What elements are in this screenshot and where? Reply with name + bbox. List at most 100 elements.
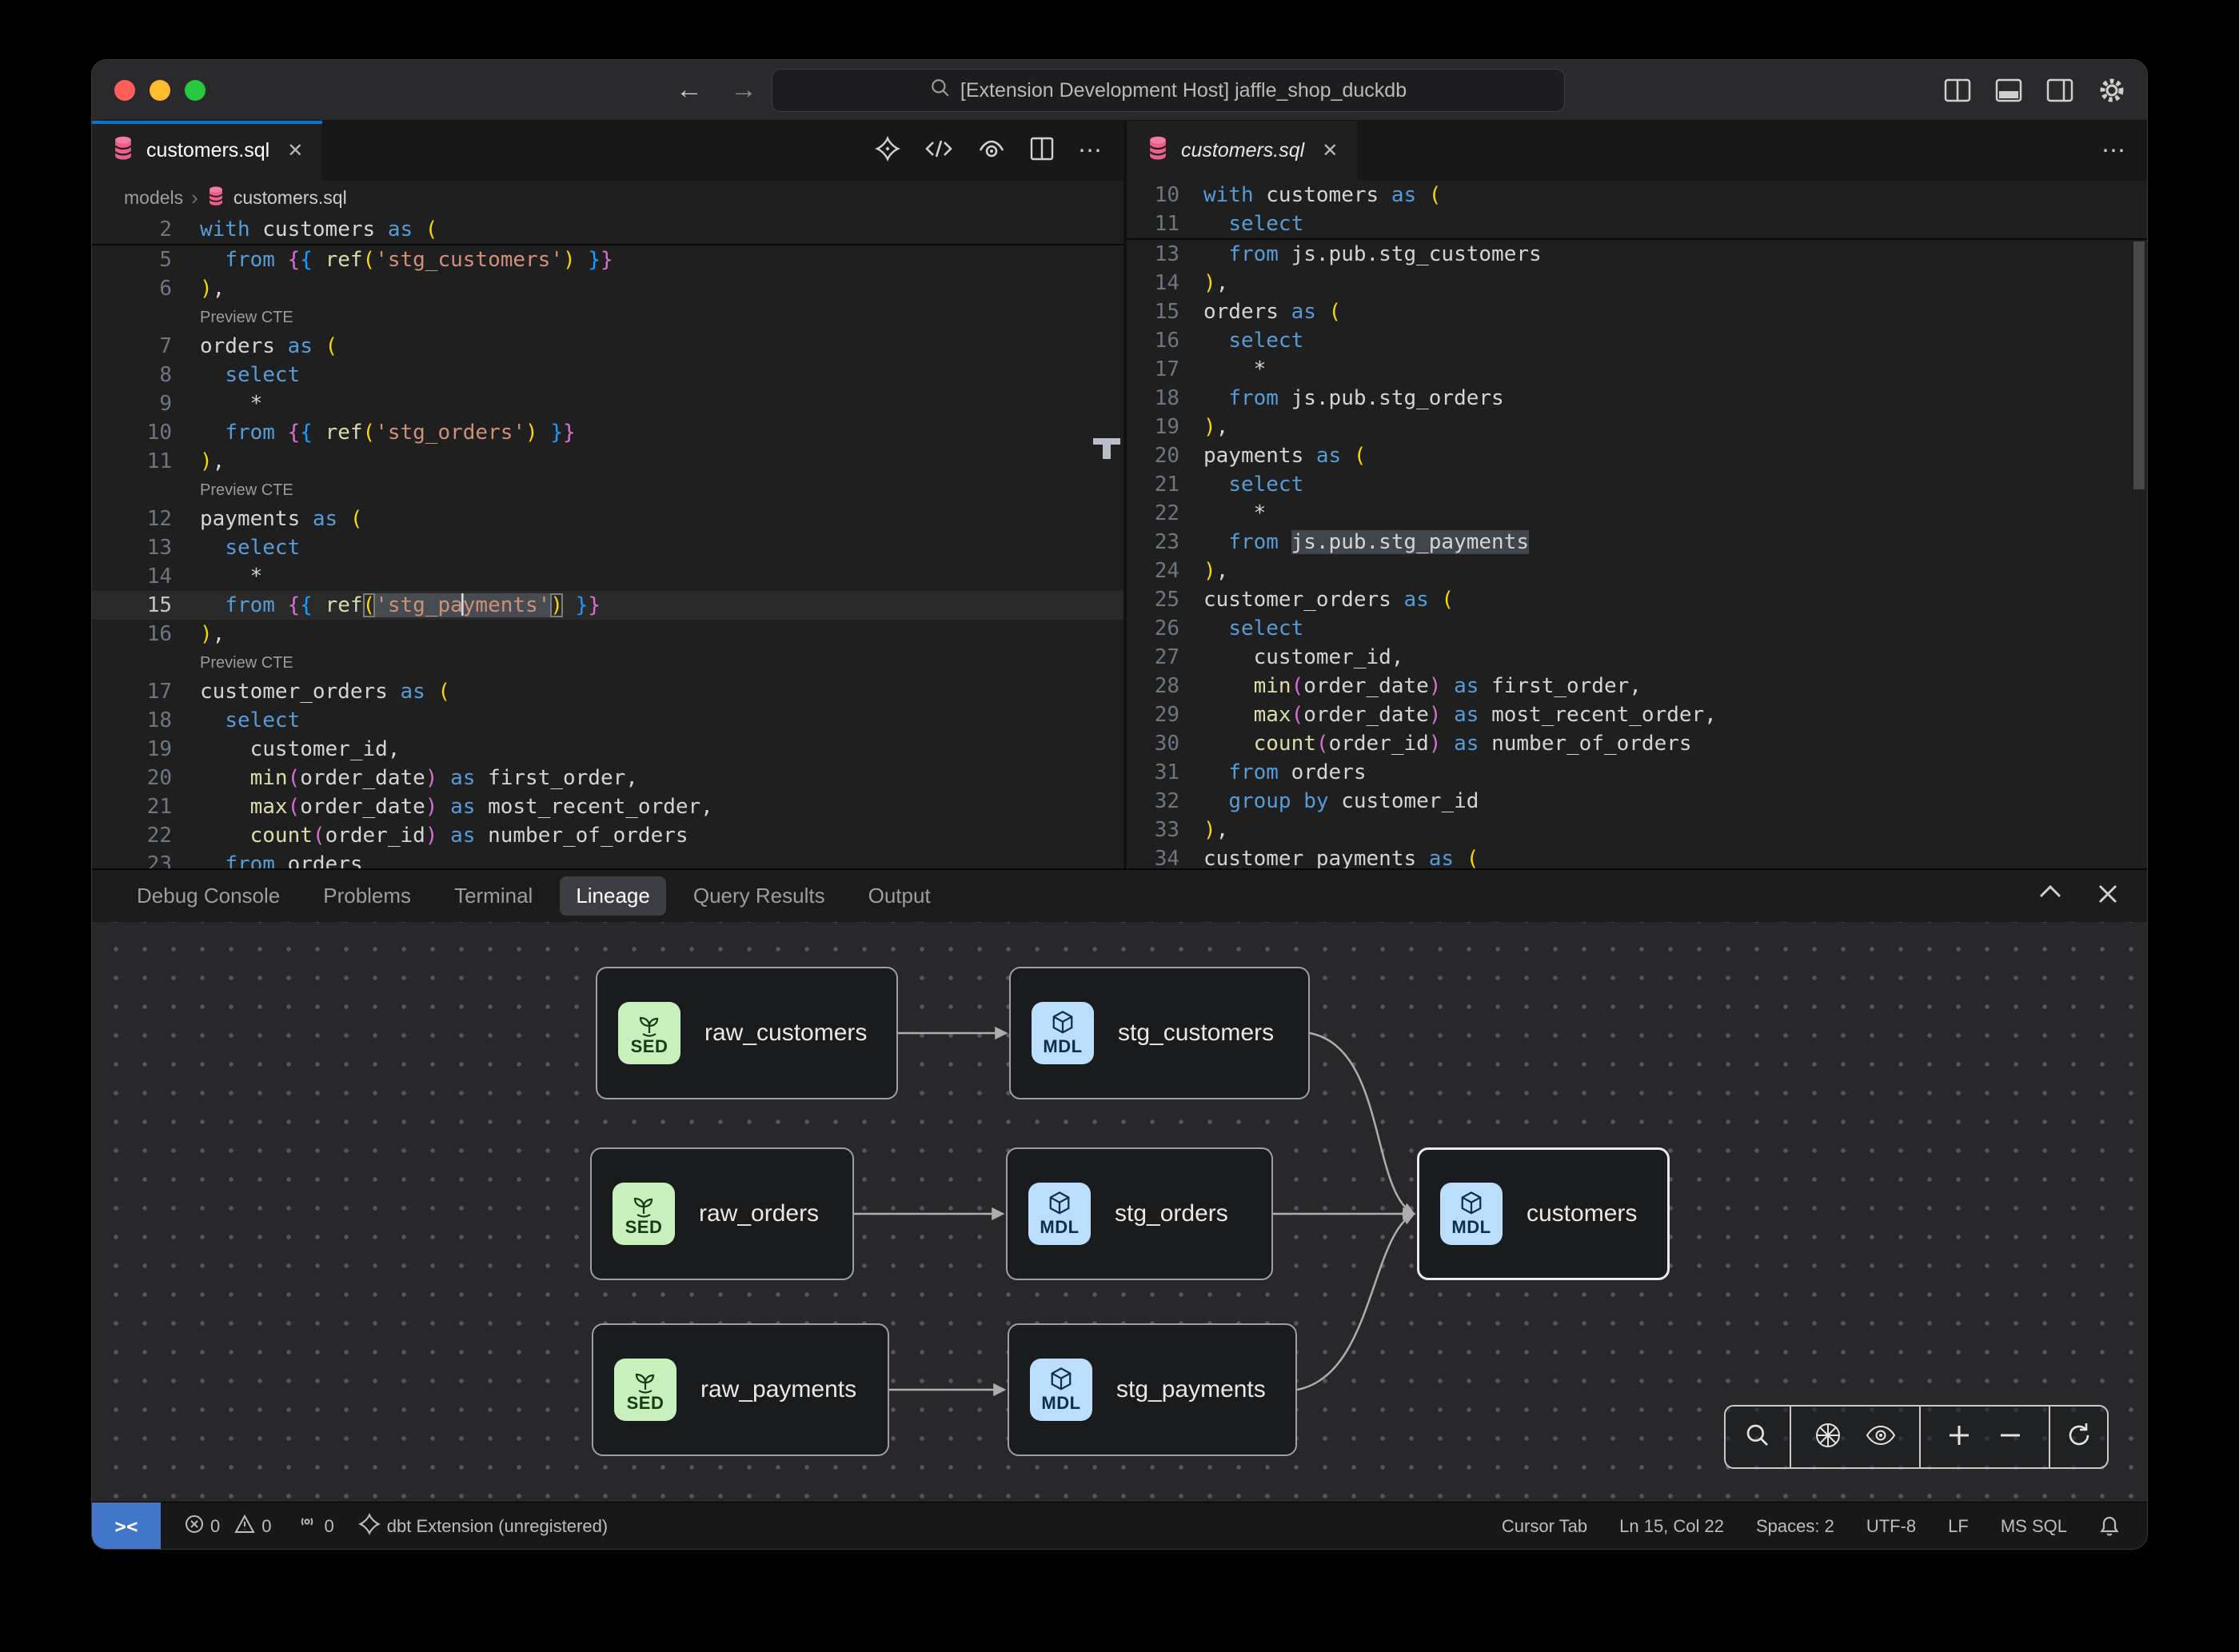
breadcrumb-file[interactable]: customers.sql	[233, 187, 347, 209]
compile-code-icon[interactable]	[924, 138, 953, 164]
code-line[interactable]: 17 *	[1127, 355, 2147, 384]
tab-customers-sql-left[interactable]: customers.sql ✕	[92, 121, 322, 181]
code-line[interactable]: 13 select	[92, 533, 1123, 562]
code-line[interactable]: 14),	[1127, 269, 2147, 297]
breadcrumb-folder[interactable]: models	[124, 187, 183, 209]
code-line[interactable]: 2with customers as (	[92, 215, 1123, 244]
code-line[interactable]: 16),	[92, 620, 1123, 648]
command-center-search[interactable]: [Extension Development Host] jaffle_shop…	[772, 69, 1565, 112]
encoding-status[interactable]: UTF-8	[1866, 1516, 1916, 1537]
codelens-preview-cte[interactable]: Preview CTE	[92, 476, 1123, 505]
lineage-node-raw_customers[interactable]: SEDraw_customers	[596, 967, 898, 1099]
zoom-out-icon[interactable]	[1998, 1423, 2022, 1451]
dbt-extension-status[interactable]: dbt Extension (unregistered)	[358, 1513, 608, 1540]
code-line[interactable]: 25customer_orders as (	[1127, 585, 2147, 614]
eol-status[interactable]: LF	[1948, 1516, 1969, 1537]
code-line[interactable]: 20payments as (	[1127, 441, 2147, 470]
more-actions-icon[interactable]: ⋯	[2101, 137, 2128, 165]
lineage-node-customers[interactable]: MDLcustomers	[1417, 1147, 1670, 1280]
split-editor-icon[interactable]	[1944, 78, 1971, 102]
code-line[interactable]: 11 select	[1127, 209, 2147, 238]
code-line[interactable]: 9 *	[92, 389, 1123, 418]
code-line[interactable]: 21 select	[1127, 470, 2147, 499]
code-line[interactable]: 26 select	[1127, 614, 2147, 643]
code-line[interactable]: 32 group by customer_id	[1127, 787, 2147, 816]
code-line[interactable]: 24),	[1127, 557, 2147, 585]
code-line[interactable]: 22 count(order_id) as number_of_orders	[92, 821, 1123, 850]
maximize-panel-icon[interactable]	[2038, 884, 2062, 908]
code-line[interactable]: 23 from js.pub.stg_payments	[1127, 528, 2147, 557]
code-line[interactable]: 23 from orders	[92, 850, 1123, 868]
settings-gear-icon[interactable]	[2097, 76, 2126, 105]
overview-ruler-cursor-marker[interactable]	[1093, 438, 1120, 459]
code-line[interactable]: 17customer_orders as (	[92, 677, 1123, 706]
codelens-preview-cte[interactable]: Preview CTE	[92, 303, 1123, 332]
code-line[interactable]: 18 from js.pub.stg_orders	[1127, 384, 2147, 413]
close-panel-icon[interactable]	[2097, 884, 2118, 908]
more-actions-icon[interactable]: ⋯	[1078, 137, 1104, 165]
code-line[interactable]: 28 min(order_date) as first_order,	[1127, 672, 2147, 700]
tab-customers-sql-right[interactable]: customers.sql ✕	[1127, 121, 1357, 181]
graph-refresh-button[interactable]	[2050, 1407, 2107, 1467]
lineage-node-stg_customers[interactable]: MDLstg_customers	[1009, 967, 1310, 1099]
problems-status[interactable]: 0 0	[185, 1514, 272, 1538]
code-line[interactable]: 7orders as (	[92, 332, 1123, 361]
code-line[interactable]: 30 count(order_id) as number_of_orders	[1127, 729, 2147, 758]
panel-tab-query-results[interactable]: Query Results	[677, 876, 841, 916]
lineage-node-raw_orders[interactable]: SEDraw_orders	[590, 1147, 854, 1280]
lineage-graph[interactable]: SEDraw_customers MDLstg_customers SEDraw_o…	[92, 922, 2147, 1502]
codelens-preview-cte[interactable]: Preview CTE	[92, 648, 1123, 677]
minimize-window-button[interactable]	[150, 80, 170, 101]
code-line[interactable]: 29 max(order_date) as most_recent_order,	[1127, 700, 2147, 729]
code-line[interactable]: 16 select	[1127, 326, 2147, 355]
back-arrow[interactable]: ←	[676, 74, 703, 106]
aperture-icon[interactable]	[1814, 1422, 1842, 1453]
cursor-tab-status[interactable]: Cursor Tab	[1502, 1516, 1587, 1537]
cursor-position-status[interactable]: Ln 15, Col 22	[1619, 1516, 1724, 1537]
zoom-in-icon[interactable]	[1947, 1423, 1971, 1451]
dbt-logo-icon[interactable]	[875, 136, 900, 166]
code-line[interactable]: 11),	[92, 447, 1123, 476]
forward-arrow[interactable]: →	[730, 74, 757, 106]
graph-search-button[interactable]	[1726, 1407, 1791, 1467]
notifications-bell-icon[interactable]	[2099, 1515, 2120, 1538]
code-line[interactable]: 12payments as (	[92, 505, 1123, 533]
language-mode-status[interactable]: MS SQL	[2001, 1516, 2067, 1537]
lineage-node-stg_orders[interactable]: MDLstg_orders	[1006, 1147, 1273, 1280]
code-line[interactable]: 21 max(order_date) as most_recent_order,	[92, 792, 1123, 821]
code-line[interactable]: 31 from orders	[1127, 758, 2147, 787]
vertical-scrollbar[interactable]	[2133, 241, 2145, 489]
code-line[interactable]: 8 select	[92, 361, 1123, 389]
lineage-node-raw_payments[interactable]: SEDraw_payments	[592, 1323, 889, 1456]
close-window-button[interactable]	[114, 80, 135, 101]
split-editor-icon[interactable]	[1030, 137, 1054, 165]
preview-eye-icon[interactable]	[977, 138, 1006, 164]
code-line[interactable]: 19),	[1127, 413, 2147, 441]
panel-tab-lineage[interactable]: Lineage	[560, 876, 666, 916]
code-line[interactable]: 19 customer_id,	[92, 735, 1123, 764]
code-line[interactable]: 6),	[92, 274, 1123, 303]
code-line[interactable]: 20 min(order_date) as first_order,	[92, 764, 1123, 792]
code-line[interactable]: 10with customers as (	[1127, 181, 2147, 209]
code-line[interactable]: 10 from {{ ref('stg_orders') }}	[92, 418, 1123, 447]
code-line[interactable]: 22 *	[1127, 499, 2147, 528]
toggle-panel-icon[interactable]	[1995, 78, 2022, 102]
panel-tab-terminal[interactable]: Terminal	[438, 876, 549, 916]
panel-tab-debug-console[interactable]: Debug Console	[121, 876, 296, 916]
ports-status[interactable]: 0	[296, 1514, 334, 1539]
code-line[interactable]: 15 from {{ ref('stg_payments') }}	[92, 591, 1123, 620]
eye-icon[interactable]	[1866, 1424, 1896, 1450]
code-line[interactable]: 5 from {{ ref('stg_customers') }}	[92, 245, 1123, 274]
code-line[interactable]: 15orders as (	[1127, 297, 2147, 326]
toggle-secondary-sidebar-icon[interactable]	[2046, 78, 2073, 102]
close-icon[interactable]: ✕	[1322, 139, 1338, 162]
code-line[interactable]: 13 from js.pub.stg_customers	[1127, 240, 2147, 269]
remote-indicator[interactable]: ><	[92, 1502, 161, 1549]
code-line[interactable]: 27 customer_id,	[1127, 643, 2147, 672]
code-line[interactable]: 33),	[1127, 816, 2147, 844]
code-line[interactable]: 14 *	[92, 562, 1123, 591]
zoom-window-button[interactable]	[185, 80, 206, 101]
panel-tab-output[interactable]: Output	[852, 876, 947, 916]
code-line[interactable]: 34customer_payments as (	[1127, 844, 2147, 868]
panel-tab-problems[interactable]: Problems	[307, 876, 427, 916]
